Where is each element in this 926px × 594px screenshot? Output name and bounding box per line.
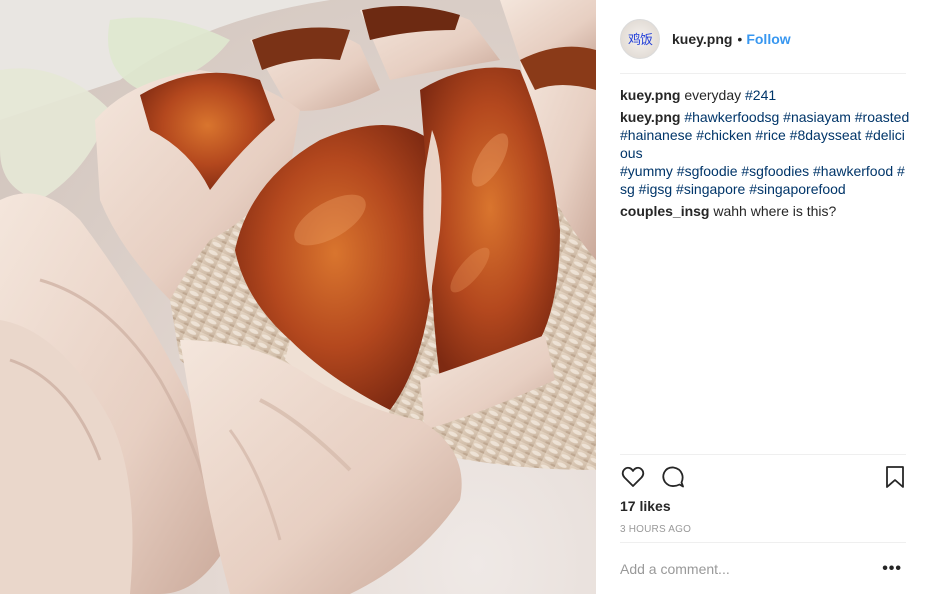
avatar-text: 鸡饭: [627, 33, 653, 48]
separator-dot: •: [737, 30, 743, 47]
chicken-rice-illustration: [0, 0, 596, 594]
bookmark-icon[interactable]: [882, 464, 908, 490]
post-timestamp[interactable]: 3 HOURS AGO: [620, 524, 691, 535]
heart-icon[interactable]: [620, 464, 646, 490]
caption-hashtag[interactable]: #241: [745, 87, 776, 103]
caption-username[interactable]: kuey.png: [620, 87, 680, 103]
instagram-post: 鸡饭 kuey.png • Follow kuey.png everyday #…: [0, 0, 926, 594]
list-item: couples_insg wahh where is this?: [620, 202, 910, 220]
post-author-username[interactable]: kuey.png: [672, 31, 732, 47]
post-header: 鸡饭 kuey.png • Follow: [620, 16, 906, 74]
hashtag-list-line2[interactable]: #yummy #sgfoodie #sgfoodies #hawkerfood …: [620, 163, 905, 197]
caption-text: everyday: [684, 87, 742, 103]
avatar[interactable]: 鸡饭: [620, 18, 660, 59]
more-options-icon[interactable]: •••: [882, 560, 906, 578]
hashtag-comment: kuey.png #hawkerfoodsg #nasiayam #roaste…: [620, 108, 910, 198]
comment-username[interactable]: couples_insg: [620, 203, 709, 219]
comments-list: kuey.png everyday #241 kuey.png #hawkerf…: [620, 86, 910, 224]
post-photo[interactable]: [0, 0, 596, 594]
comment-text: wahh where is this?: [713, 203, 837, 219]
comment-input[interactable]: [620, 560, 883, 577]
caption: kuey.png everyday #241: [620, 86, 910, 104]
hashtag-comment-username[interactable]: kuey.png: [620, 109, 680, 125]
follow-button[interactable]: Follow: [746, 31, 790, 47]
add-comment-bar: •••: [620, 542, 906, 594]
action-bar: [620, 454, 906, 498]
comment-bubble-icon[interactable]: [660, 464, 686, 490]
post-side-panel: 鸡饭 kuey.png • Follow kuey.png everyday #…: [596, 0, 926, 594]
likes-count[interactable]: 17 likes: [620, 498, 671, 514]
